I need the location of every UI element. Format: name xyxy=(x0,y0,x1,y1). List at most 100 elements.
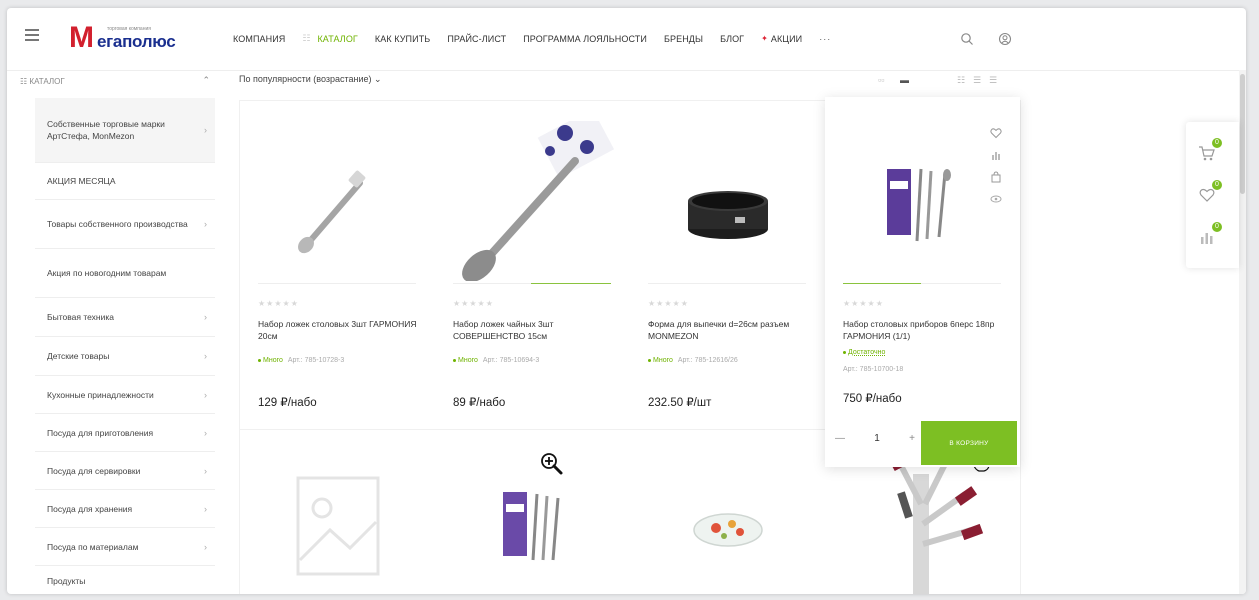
rating-stars: ★★★★★ xyxy=(453,299,494,308)
nav-loyalty[interactable]: Программа лояльности xyxy=(523,34,647,44)
stock-status: Достаточно xyxy=(843,349,885,356)
qty-minus-button[interactable]: — xyxy=(835,433,845,444)
rating-stars: ★★★★★ xyxy=(648,299,689,308)
sidebar-item-label: Посуда для приготовления xyxy=(47,427,154,438)
menu-burger-icon[interactable] xyxy=(25,29,39,44)
nav-brands[interactable]: Бренды xyxy=(664,34,703,44)
sidebar-item-new-year[interactable]: Акция по новогодним товарам xyxy=(35,248,215,297)
chevron-right-icon: › xyxy=(204,503,207,514)
sidebar-item-storage[interactable]: Посуда для хранения › xyxy=(35,489,215,527)
sidebar-item-label: Посуда для хранения xyxy=(47,503,133,514)
chevron-up-icon: ⌃ xyxy=(202,75,210,85)
qty-value[interactable]: 1 xyxy=(874,433,880,444)
sort-dropdown[interactable]: По популярности (возрастание) ⌄ xyxy=(239,74,382,85)
product-name[interactable]: Набор ложек столовых 3шт ГАРМОНИЯ 20см xyxy=(258,318,423,342)
view-tile-large-icon[interactable]: ▬ xyxy=(900,75,909,85)
quick-buy-bag-icon[interactable] xyxy=(990,171,1002,183)
product-image-baking-form[interactable] xyxy=(640,121,815,281)
sidebar-item-kids[interactable]: Детские товары › xyxy=(35,336,215,375)
compare-icon[interactable] xyxy=(990,149,1002,161)
article-number: Арт.: 785-10694-3 xyxy=(482,357,540,364)
sidebar-item-cookware[interactable]: Посуда для приготовления › xyxy=(35,413,215,451)
view-tile-small-icon[interactable]: ▫▫ xyxy=(878,75,884,85)
sidebar-item-serving[interactable]: Посуда для сервировки › xyxy=(35,451,215,489)
product-card-hovered[interactable]: ★★★★★ Набор столовых приборов 6перс 18пр… xyxy=(825,97,1020,467)
no-image-placeholder-icon[interactable] xyxy=(250,450,425,594)
nav-how-to-buy[interactable]: Как купить xyxy=(375,34,430,44)
product-name[interactable]: Набор ложек чайных 3шт СОВЕРШЕНСТВО 15см xyxy=(453,318,618,342)
product-name[interactable]: Форма для выпечки d=26см разъем MONMEZON xyxy=(648,318,813,342)
sidebar-item-products[interactable]: Продукты xyxy=(35,565,215,594)
product-price: 232.50 ₽/шт xyxy=(648,397,712,409)
product-image-glass-bowl[interactable] xyxy=(640,450,815,594)
product-image-cutlery-set[interactable] xyxy=(445,450,620,594)
sidebar-item-own-production[interactable]: Товары собственного производства › xyxy=(35,199,215,248)
article-number: Арт.: 785-10728-3 xyxy=(287,357,345,364)
quick-view-eye-icon[interactable] xyxy=(990,193,1002,205)
product-card[interactable]: ★★★★★ Форма для выпечки d=26см разъем MO… xyxy=(630,101,825,428)
wishlist-heart-icon[interactable] xyxy=(990,127,1002,139)
product-name[interactable]: Набор столовых приборов 6перс 18пр ГАРМО… xyxy=(843,318,1008,342)
catalog-toggle[interactable]: ☷ КАТАЛОГ ⌃ xyxy=(20,75,210,89)
sale-spark-icon: ✦ xyxy=(761,34,768,43)
sidebar-item-label: Кухонные принадлежности xyxy=(47,389,154,400)
search-icon[interactable] xyxy=(960,32,974,46)
nav-sales[interactable]: Акции xyxy=(771,34,802,44)
site-header: M торговая компания егаполюс Компания ☷ … xyxy=(7,8,1246,71)
site-logo[interactable]: M торговая компания егаполюс xyxy=(69,21,219,54)
catalog-heading: ☷ КАТАЛОГ xyxy=(20,77,65,86)
nav-catalog[interactable]: Каталог xyxy=(317,34,357,44)
product-grid: ★★★★★ Набор ложек столовых 3шт ГАРМОНИЯ … xyxy=(239,97,1021,594)
chevron-right-icon: › xyxy=(204,219,207,229)
rating-stars: ★★★★★ xyxy=(258,299,299,308)
add-to-cart-button[interactable]: В корзину xyxy=(921,421,1017,465)
product-image-spoon[interactable] xyxy=(250,121,425,281)
catalog-grid-icon: ☷ xyxy=(302,33,311,43)
cart-count-badge: 0 xyxy=(1212,138,1222,148)
nav-more-button[interactable]: ··· xyxy=(819,34,831,44)
view-list-icon[interactable]: ☰ xyxy=(973,75,981,86)
stock-label: Много xyxy=(653,357,673,364)
card-divider xyxy=(843,283,1001,284)
sidebar-item-appliances[interactable]: Бытовая техника › xyxy=(35,297,215,336)
sidebar-item-kitchen-tools[interactable]: Кухонные принадлежности › xyxy=(35,375,215,413)
logo-text: егаполюс xyxy=(97,32,176,51)
sidebar-item-own-brands[interactable]: Собственные торговые марки АртСтефа, Mon… xyxy=(35,98,215,162)
product-card[interactable]: ★★★★★ Набор ложек столовых 3шт ГАРМОНИЯ … xyxy=(240,101,435,428)
qty-plus-button[interactable]: + xyxy=(909,433,915,444)
stock-label: Много xyxy=(458,357,478,364)
nav-company[interactable]: Компания xyxy=(233,34,285,44)
product-image-cutlery-set[interactable] xyxy=(835,121,1010,281)
sidebar-item-label: Посуда для сервировки xyxy=(47,465,141,476)
product-price: 89 ₽/набо xyxy=(453,397,506,409)
user-icon[interactable] xyxy=(998,32,1012,46)
stock-status: Много Арт.: 785-10728-3 xyxy=(258,357,344,364)
sort-label: По популярности (возрастание) xyxy=(239,74,372,84)
stock-label: Много xyxy=(263,357,283,364)
logo-mark: M xyxy=(69,21,94,54)
quantity-stepper[interactable]: — 1 + xyxy=(835,429,915,447)
scrollbar-thumb[interactable] xyxy=(1240,74,1245,194)
stock-dot-icon xyxy=(843,350,846,354)
sidebar-item-promo-month[interactable]: АКЦИЯ МЕСЯЦА xyxy=(35,162,215,199)
nav-blog[interactable]: Блог xyxy=(720,34,744,44)
floating-cart-button[interactable]: 0 xyxy=(1198,138,1222,162)
floating-side-panel: 0 0 0 xyxy=(1186,122,1239,268)
product-image-teaspoons[interactable] xyxy=(445,121,620,281)
sidebar-item-label: Посуда по материалам xyxy=(47,541,139,552)
product-price: 750 ₽/набо xyxy=(843,393,902,405)
zoom-cursor-icon xyxy=(541,453,563,475)
floating-wishlist-button[interactable]: 0 xyxy=(1198,180,1222,204)
category-sidebar: Собственные торговые марки АртСтефа, Mon… xyxy=(35,98,215,594)
nav-price-list[interactable]: Прайс-лист xyxy=(447,34,506,44)
sidebar-item-label: Бытовая техника xyxy=(47,312,114,322)
stock-dot-icon xyxy=(453,358,456,362)
sidebar-item-materials[interactable]: Посуда по материалам › xyxy=(35,527,215,565)
card-divider xyxy=(648,283,806,284)
sidebar-item-label: АКЦИЯ МЕСЯЦА xyxy=(47,176,116,186)
floating-compare-button[interactable]: 0 xyxy=(1198,222,1222,246)
product-card[interactable]: ★★★★★ Набор ложек чайных 3шт СОВЕРШЕНСТВ… xyxy=(435,101,630,428)
view-grid-icon[interactable]: ☷ xyxy=(957,75,965,86)
view-table-icon[interactable]: ☰ xyxy=(989,75,997,86)
page-scrollbar[interactable] xyxy=(1239,70,1246,594)
